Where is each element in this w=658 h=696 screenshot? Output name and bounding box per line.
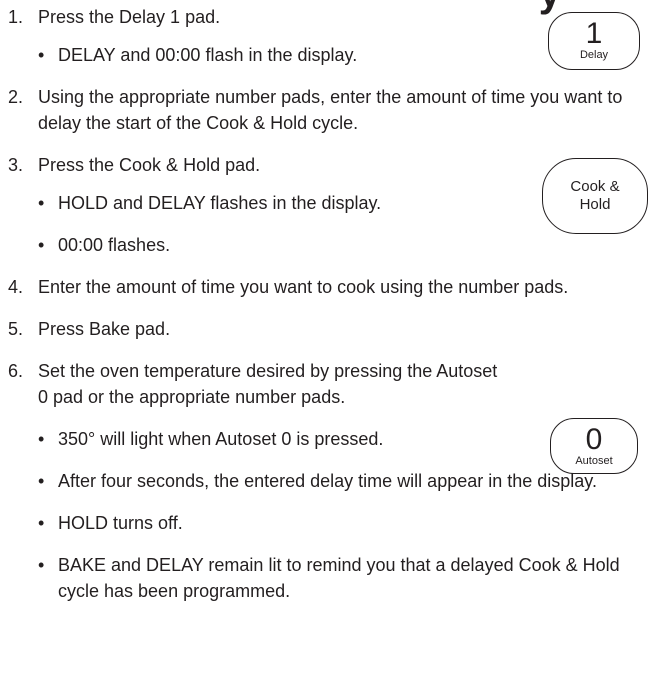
pad-digit: 0 — [585, 423, 603, 456]
step-6: 6. Set the oven temperature desired by p… — [8, 358, 508, 410]
bullet-text: HOLD turns off. — [58, 513, 183, 533]
step-5: 5. Press Bake pad. — [8, 316, 648, 342]
step-text: Enter the amount of time you want to coo… — [38, 277, 569, 297]
cook-and-hold-pad-illustration: Cook & Hold — [542, 158, 648, 234]
step-2: 2. Using the appropriate number pads, en… — [8, 84, 648, 136]
step-number: 3. — [8, 155, 24, 175]
bullet-dot: • — [38, 45, 45, 65]
step-text: Set the oven temperature desired by pres… — [38, 361, 498, 407]
pad-label: Delay — [579, 49, 609, 61]
bullet-dot: • — [38, 555, 45, 575]
bullet-item: • HOLD turns off. — [8, 510, 648, 536]
bullet-item: • BAKE and DELAY remain lit to remind yo… — [8, 552, 648, 604]
autoset-0-pad-illustration: 0 Autoset — [550, 418, 638, 474]
bullet-text: After four seconds, the entered delay ti… — [58, 471, 597, 491]
instructions: 1. Press the Delay 1 pad. • DELAY and 00… — [8, 4, 648, 604]
bullet-item: • After four seconds, the entered delay … — [8, 468, 648, 494]
bullet-dot: • — [38, 513, 45, 533]
bullet-text: 350° will light when Autoset 0 is presse… — [58, 429, 384, 449]
bullet-dot: • — [38, 235, 45, 255]
pad-label-line2: Hold — [579, 196, 611, 213]
bullet-dot: • — [38, 193, 45, 213]
bullet-text: 00:00 flashes. — [58, 235, 171, 255]
step-number: 1. — [8, 7, 24, 27]
pad-label: Autoset — [575, 455, 613, 467]
bullet-dot: • — [38, 429, 45, 449]
bullet-item: • 00:00 flashes. — [8, 232, 648, 258]
step-number: 2. — [8, 87, 24, 107]
pad-digit: 1 — [585, 17, 603, 50]
bullet-text: BAKE and DELAY remain lit to remind you … — [58, 555, 620, 601]
step-number: 6. — [8, 361, 24, 381]
bullet-dot: • — [38, 471, 45, 491]
step-4: 4. Enter the amount of time you want to … — [8, 274, 648, 300]
step-number: 4. — [8, 277, 24, 297]
step-text: Press Bake pad. — [38, 319, 171, 339]
bullet-text: DELAY and 00:00 flash in the display. — [58, 45, 358, 65]
bullet-text: HOLD and DELAY flashes in the display. — [58, 193, 382, 213]
step-number: 5. — [8, 319, 24, 339]
delay-1-pad-illustration: 1 Delay — [548, 12, 640, 70]
step-text: Using the appropriate number pads, enter… — [38, 87, 623, 133]
pad-label-line1: Cook & — [570, 178, 620, 195]
